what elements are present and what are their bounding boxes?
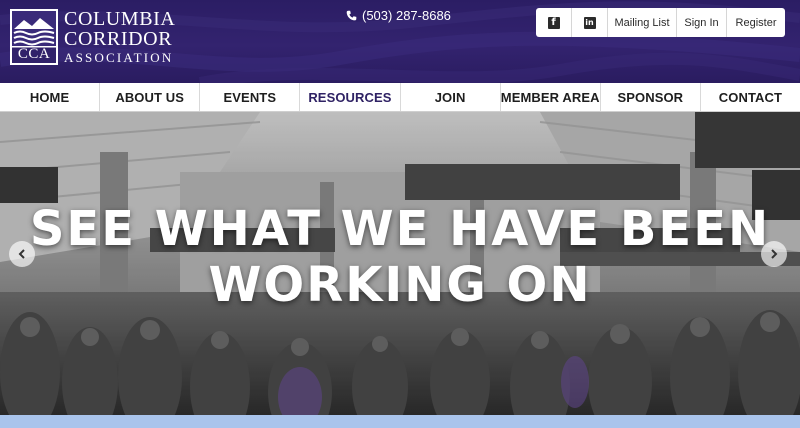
logo-line-1: COLUMBIA [64, 8, 176, 30]
facebook-link[interactable]: f [536, 8, 572, 37]
chevron-right-icon [771, 249, 778, 259]
phone-number[interactable]: (503) 287-8686 [346, 8, 451, 23]
site-logo[interactable]: CCA COLUMBIA CORRIDOR ASSOCIATION [10, 9, 175, 67]
phone-text: (503) 287-8686 [362, 8, 451, 23]
utility-bar: f in Mailing List Sign In Register [536, 8, 785, 37]
nav-item-resources[interactable]: RESOURCES [300, 83, 401, 111]
nav-item-join[interactable]: JOIN [401, 83, 501, 111]
nav-item-member-area[interactable]: MEMBER AREA [501, 83, 601, 111]
hero-title: SEE WHAT WE HAVE BEEN WORKING ON [0, 201, 800, 313]
logo-line-3: ASSOCIATION [64, 50, 174, 65]
mailing-list-link[interactable]: Mailing List [608, 8, 677, 37]
nav-item-sponsor[interactable]: SPONSOR [601, 83, 701, 111]
logo-wordmark: COLUMBIA CORRIDOR ASSOCIATION [64, 9, 175, 65]
carousel-prev-button[interactable] [9, 241, 35, 267]
carousel-next-button[interactable] [761, 241, 787, 267]
nav-item-home[interactable]: HOME [0, 83, 101, 111]
facebook-icon: f [547, 16, 560, 29]
section-divider-strip [0, 415, 800, 428]
chevron-left-icon [18, 249, 25, 259]
hero-title-line-1: SEE WHAT WE HAVE BEEN [29, 201, 771, 257]
linkedin-link[interactable]: in [572, 8, 608, 37]
logo-abbr: CCA [17, 46, 51, 62]
logo-mark-icon: CCA [10, 9, 58, 65]
main-nav: HOME ABOUT US EVENTS RESOURCES JOIN MEMB… [0, 83, 800, 112]
nav-item-contact[interactable]: CONTACT [701, 83, 800, 111]
nav-item-events[interactable]: EVENTS [200, 83, 301, 111]
phone-icon [346, 10, 357, 21]
hero-carousel: SEE WHAT WE HAVE BEEN WORKING ON [0, 112, 800, 415]
site-header: CCA COLUMBIA CORRIDOR ASSOCIATION (503) … [0, 0, 800, 83]
sign-in-link[interactable]: Sign In [677, 8, 727, 37]
logo-line-2: CORRIDOR [64, 28, 173, 50]
hero-title-line-2: WORKING ON [208, 257, 592, 313]
linkedin-icon: in [583, 16, 596, 29]
nav-item-about-us[interactable]: ABOUT US [100, 83, 201, 111]
register-link[interactable]: Register [727, 8, 785, 37]
